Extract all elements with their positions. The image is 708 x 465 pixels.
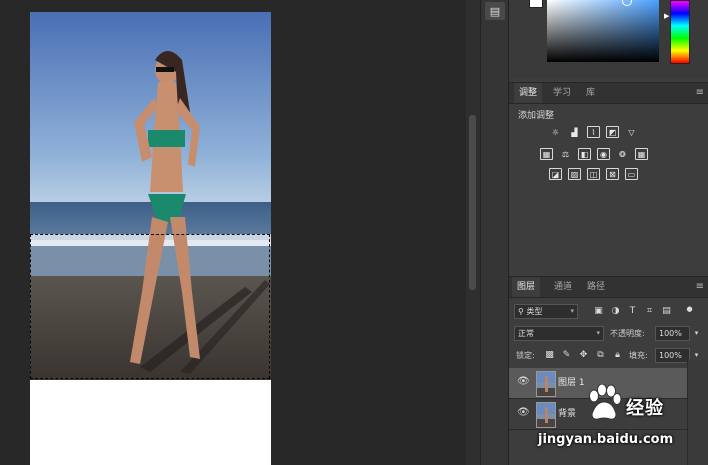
marquee-selection[interactable]	[30, 234, 270, 379]
selective-color-icon[interactable]: ⊠	[606, 168, 619, 180]
channel-mixer-icon[interactable]: ❂	[616, 148, 629, 160]
threshold-icon[interactable]: ◫	[587, 168, 600, 180]
exposure-icon[interactable]: ◩	[606, 126, 619, 138]
layer-thumbnail-image	[537, 372, 555, 396]
lock-transparent-icon[interactable]: ▩	[544, 350, 555, 361]
hue-sat-icon[interactable]: ▦	[540, 148, 553, 160]
blend-mode-dropdown[interactable]: 正常 ▾	[514, 326, 604, 341]
right-panels: ▶ 调整 学习 库 ≡ 添加调整 ☼ ▟ ⌇ ◩ ▽ ▦ ⚖ ◧ ◉ ❂ ▦ ◪…	[508, 0, 708, 465]
eye-icon[interactable]: 👁︎	[517, 407, 530, 419]
layer-row[interactable]: 👁︎ 背景	[509, 399, 687, 430]
adjustments-row-3: ◪ ▨ ◫ ⊠ ▭	[549, 168, 638, 180]
layer-thumbnail	[536, 402, 556, 428]
layer-filter-value: 类型	[526, 307, 543, 316]
layer-filter-dropdown[interactable]: ⚲ 类型 ▾	[514, 304, 578, 319]
tab-paths[interactable]: 路径	[582, 277, 610, 297]
canvas-area[interactable]	[0, 0, 466, 465]
lock-paint-icon[interactable]: ✎	[561, 350, 572, 361]
panel-dock-strip: ▤	[480, 0, 509, 465]
eye-icon[interactable]: 👁︎	[517, 376, 530, 388]
layers-menu-icon[interactable]: ≡	[696, 277, 704, 297]
canvas-scrollbar-thumb[interactable]	[469, 115, 476, 290]
color-field[interactable]	[547, 0, 659, 62]
tab-layers[interactable]: 图层	[512, 277, 541, 297]
bw-icon[interactable]: ◧	[578, 148, 591, 160]
color-panel: ▶	[509, 0, 708, 78]
foreground-swatch[interactable]	[529, 0, 543, 8]
layers-tabbar: 图层 通道 路径 ≡	[509, 276, 708, 298]
fill-value: 100%	[659, 351, 682, 360]
layer-thumbnail	[536, 371, 556, 397]
adjustments-row-2: ▦ ⚖ ◧ ◉ ❂ ▦	[540, 148, 648, 160]
opacity-field[interactable]: 100%	[655, 326, 690, 341]
fill-label: 填充:	[629, 351, 648, 360]
opacity-value: 100%	[659, 329, 682, 338]
panel-toggle-icon[interactable]: ▤	[485, 2, 505, 20]
opacity-chevron-icon[interactable]: ▾	[691, 328, 702, 339]
pixel-filter-icon[interactable]: ▣	[593, 306, 604, 317]
layer-row[interactable]: 👁︎ 图层 1	[509, 368, 687, 399]
layers-scrollbar[interactable]	[687, 360, 708, 465]
shape-filter-icon[interactable]: ⌗	[644, 306, 655, 317]
posterize-icon[interactable]: ▨	[568, 168, 581, 180]
chevron-down-icon: ▾	[596, 329, 600, 337]
tab-adjustments[interactable]: 调整	[514, 83, 543, 103]
opacity-label: 不透明度:	[610, 329, 645, 338]
photo-filter-icon[interactable]: ◉	[597, 148, 610, 160]
fill-field[interactable]: 100%	[655, 348, 690, 363]
layer-name[interactable]: 背景	[558, 399, 576, 429]
chevron-down-icon: ▾	[570, 307, 574, 315]
layer-thumbnail-image	[537, 403, 555, 427]
lock-all-icon[interactable]: 🔒︎	[612, 350, 623, 361]
add-adjustment-title: 添加调整	[518, 111, 555, 121]
vibrance-icon[interactable]: ▽	[625, 126, 638, 138]
blend-mode-value: 正常	[518, 329, 534, 338]
invert-icon[interactable]: ◪	[549, 168, 562, 180]
type-filter-icon[interactable]: T	[627, 306, 638, 317]
hue-slider[interactable]	[670, 0, 690, 64]
gradient-map-icon[interactable]: ▭	[625, 168, 638, 180]
adjustments-row-1: ☼ ▟ ⌇ ◩ ▽	[549, 126, 638, 138]
adjustment-filter-icon[interactable]: ◑	[610, 306, 621, 317]
color-lookup-icon[interactable]: ▦	[635, 148, 648, 160]
lock-label: 锁定:	[516, 351, 535, 360]
brightness-icon[interactable]: ☼	[549, 126, 562, 138]
tab-channels[interactable]: 通道	[549, 277, 577, 297]
document-canvas[interactable]	[30, 12, 271, 465]
lock-artboard-icon[interactable]: ⧉	[595, 350, 606, 361]
tab-learn[interactable]: 学习	[548, 83, 576, 103]
layer-name[interactable]: 图层 1	[558, 368, 585, 398]
adjustments-tabbar: 调整 学习 库 ≡	[509, 82, 708, 104]
panel-menu-icon[interactable]: ≡	[696, 83, 704, 103]
tab-libraries[interactable]: 库	[581, 83, 600, 103]
hue-arrow-icon: ▶	[664, 12, 670, 20]
smart-object-filter-icon[interactable]: ▤	[661, 306, 672, 317]
curves-icon[interactable]: ⌇	[587, 126, 600, 138]
color-balance-icon[interactable]: ⚖	[559, 148, 572, 160]
filter-toggle-icon[interactable]: ●	[684, 304, 695, 315]
levels-icon[interactable]: ▟	[568, 126, 581, 138]
lock-position-icon[interactable]: ✥	[578, 350, 589, 361]
